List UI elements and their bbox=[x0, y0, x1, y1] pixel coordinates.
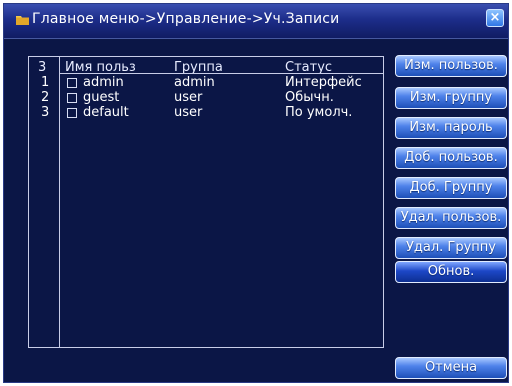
row-group: admin bbox=[174, 75, 215, 90]
add-group-button[interactable]: Доб. Группу bbox=[395, 177, 507, 199]
close-button[interactable]: × bbox=[486, 9, 504, 27]
delete-user-button[interactable]: Удал. пользов. bbox=[395, 207, 507, 229]
row-index: 1 bbox=[41, 75, 50, 90]
row-checkbox[interactable] bbox=[67, 78, 77, 88]
user-count: 3 bbox=[38, 60, 47, 75]
row-group: user bbox=[174, 90, 203, 105]
folder-icon bbox=[16, 16, 29, 25]
edit-group-button[interactable]: Изм. группу bbox=[395, 87, 507, 109]
row-index: 2 bbox=[41, 90, 50, 105]
table-row[interactable]: 3 default user По умолч. bbox=[29, 106, 383, 120]
add-user-button[interactable]: Доб. пользов. bbox=[395, 147, 507, 169]
row-username: guest bbox=[83, 90, 120, 105]
users-table: 3 Имя польз Группа Статус 1 admin admin … bbox=[28, 56, 384, 348]
table-row[interactable]: 2 guest user Обычн. bbox=[29, 91, 383, 105]
account-management-window: Главное меню->Управление->Уч.Записи × 3 … bbox=[3, 3, 509, 383]
row-checkbox[interactable] bbox=[67, 108, 77, 118]
row-status: Интерфейс bbox=[285, 75, 362, 90]
row-status: По умолч. bbox=[285, 105, 353, 120]
refresh-button[interactable]: Обнов. bbox=[395, 261, 507, 283]
title-bar: Главное меню->Управление->Уч.Записи × bbox=[4, 4, 508, 39]
header-divider bbox=[59, 73, 384, 74]
row-checkbox[interactable] bbox=[67, 93, 77, 103]
row-index: 3 bbox=[41, 105, 50, 120]
cancel-button[interactable]: Отмена bbox=[395, 357, 507, 379]
row-username: default bbox=[83, 105, 129, 120]
edit-user-button[interactable]: Изм. пользов. bbox=[395, 55, 507, 77]
table-row[interactable]: 1 admin admin Интерфейс bbox=[29, 76, 383, 90]
row-status: Обычн. bbox=[285, 90, 334, 105]
delete-group-button[interactable]: Удал. Группу bbox=[395, 237, 507, 259]
row-group: user bbox=[174, 105, 203, 120]
row-username: admin bbox=[83, 75, 124, 90]
edit-password-button[interactable]: Изм. пароль bbox=[395, 117, 507, 139]
window-title: Главное меню->Управление->Уч.Записи bbox=[32, 11, 340, 27]
